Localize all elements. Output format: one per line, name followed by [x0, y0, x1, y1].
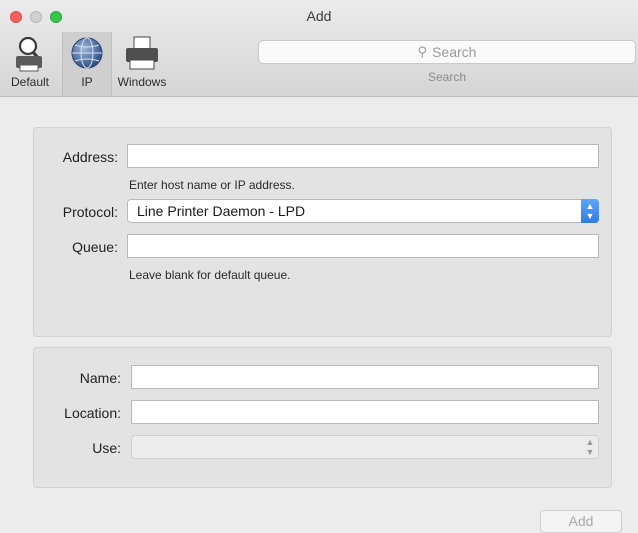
chevron-updown-icon: ▲ ▼: [581, 199, 599, 223]
toolbar-ip-button[interactable]: IP: [62, 32, 112, 96]
add-button[interactable]: Add: [540, 510, 622, 533]
protocol-value: Line Printer Daemon - LPD: [137, 203, 306, 219]
protocol-label: Protocol:: [62, 204, 118, 220]
address-hint: Enter host name or IP address.: [129, 178, 295, 192]
search-field[interactable]: ⚲ Search: [258, 40, 636, 64]
toolbar-default-label: Default: [10, 75, 50, 89]
search-placeholder: Search: [432, 44, 477, 60]
name-field[interactable]: [131, 365, 599, 389]
protocol-popup[interactable]: Line Printer Daemon - LPD ▲ ▼: [127, 199, 599, 223]
toolbar-windows-label: Windows: [117, 75, 167, 89]
address-label: Address:: [62, 149, 118, 165]
queue-label: Queue:: [72, 239, 118, 255]
queue-field[interactable]: [127, 234, 599, 258]
window-title: Add: [306, 8, 332, 24]
title-toolbar: Add Default IP Windows ⚲ Search Search: [0, 0, 638, 97]
use-popup[interactable]: ▲ ▼: [131, 435, 599, 459]
toolbar-ip-label: IP: [81, 75, 93, 89]
add-printer-window: Add Default IP Windows ⚲ Search Search A…: [0, 0, 638, 533]
location-label: Location:: [64, 405, 121, 421]
search-area: ⚲ Search Search: [258, 40, 636, 84]
location-field[interactable]: [131, 400, 599, 424]
globe-icon: [71, 37, 103, 69]
search-caption: Search: [427, 70, 467, 84]
address-field[interactable]: [127, 144, 599, 168]
toolbar-windows-button[interactable]: Windows: [110, 32, 174, 96]
default-printer-icon: [16, 36, 42, 72]
name-label: Name:: [79, 370, 121, 386]
toolbar-default-button[interactable]: Default: [4, 32, 56, 96]
use-label: Use:: [92, 440, 121, 456]
queue-hint: Leave blank for default queue.: [129, 268, 291, 282]
chevron-updown-icon: ▲ ▼: [585, 437, 595, 457]
windows-printer-icon: [126, 36, 158, 70]
search-icon: ⚲: [417, 44, 428, 59]
